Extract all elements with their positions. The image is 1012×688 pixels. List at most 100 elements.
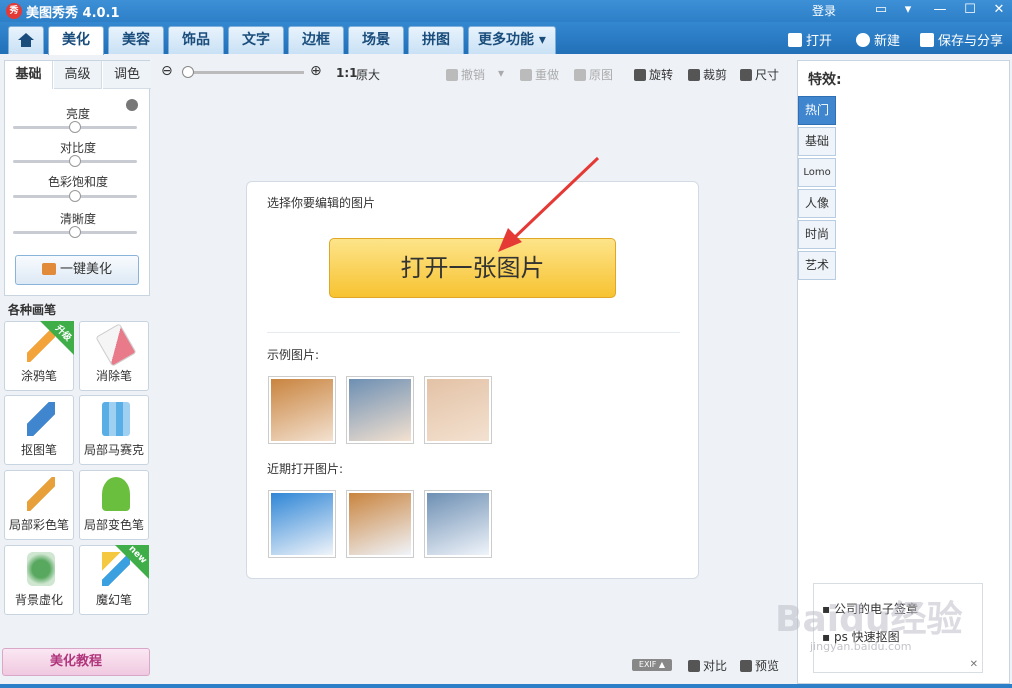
saturation-label: 色彩饱和度 [47,175,108,189]
paint-bucket-icon [102,477,130,511]
recent-title: 近期打开图片: [267,462,344,476]
sharpness-slider[interactable] [13,226,137,238]
compare-button[interactable]: 对比 [688,657,727,674]
tab-beautify[interactable]: 美化 [48,26,104,55]
tab-collage[interactable]: 拼图 [408,26,464,54]
zoom-knob[interactable] [182,66,194,78]
save-share-action[interactable]: 保存与分享 [920,30,1003,49]
tab-cosmetic[interactable]: 美容 [108,26,164,54]
chat-icon[interactable]: ▭ [866,0,896,20]
menu-icon[interactable]: ▾ [893,0,923,20]
save-icon [920,33,934,47]
recent-thumb[interactable] [424,490,492,558]
subtab-advanced[interactable]: 高级 [54,61,102,89]
example-thumb[interactable] [346,376,414,444]
undo-button[interactable]: 撤销 [446,66,485,83]
one-key-beautify-button[interactable]: 一键美化 [15,255,139,285]
subtab-basic[interactable]: 基础 [5,61,53,89]
sharpness-label: 清晰度 [59,212,96,226]
new-label: 新建 [874,34,901,49]
effect-tab-basic[interactable]: 基础 [798,127,836,156]
undo-icon [446,69,458,81]
magic-brush[interactable]: new 魔幻笔 [79,544,149,615]
tab-scene[interactable]: 场景 [348,26,404,54]
tab-border[interactable]: 边框 [288,26,344,54]
zoom-slider[interactable] [184,71,304,74]
recent-thumb-3 [427,493,489,555]
title-bar: 秀 美图秀秀 4.0.1 登录 ▭ ▾ — ☐ ✕ [0,0,1012,22]
minimize-button[interactable]: — [925,0,955,20]
crop-button[interactable]: 裁剪 [688,66,727,83]
eraser-icon [95,323,137,367]
zoom-out-icon[interactable]: ⊖ [161,63,173,79]
partial-recolor-brush[interactable]: 局部变色笔 [79,470,149,540]
effect-tab-art[interactable]: 艺术 [798,251,836,280]
original-size-button[interactable]: 原大 [356,66,380,83]
tab-home[interactable] [8,26,44,54]
open-action[interactable]: 打开 [788,30,832,49]
open-image-button[interactable]: 打开一张图片 [329,238,616,298]
rotate-button[interactable]: 旋转 [634,66,673,83]
brightness-slider[interactable] [13,121,137,133]
login-link[interactable]: 登录 [812,2,836,19]
preview-button[interactable]: 预览 [740,657,779,674]
tab-more-features[interactable]: 更多功能 ▾ [468,26,556,54]
graffiti-brush[interactable]: 升级 涂鸦笔 [4,321,74,391]
maximize-button[interactable]: ☐ [955,0,985,20]
rotate-icon [634,69,646,81]
contrast-label: 对比度 [59,141,96,155]
open-image-card: 选择你要编辑的图片 打开一张图片 示例图片: 近期打开图片: [246,181,699,579]
original-ratio-label[interactable]: 1:1 [336,66,358,80]
partial-recolor-brush-label: 局部变色笔 [83,518,144,532]
effect-tab-portrait[interactable]: 人像 [798,189,836,218]
background-blur-brush[interactable]: 背景虚化 [4,545,74,615]
blur-icon [27,552,55,586]
undo-history-dropdown[interactable]: ▾ [498,66,504,80]
subtab-color[interactable]: 调色 [103,61,151,89]
redo-icon [520,69,532,81]
undo-label: 撤销 [461,68,486,82]
recent-thumb[interactable] [346,490,414,558]
recent-thumb[interactable] [268,490,336,558]
tab-text[interactable]: 文字 [228,26,284,54]
zoom-in-icon[interactable]: ⊕ [310,63,322,79]
promo-close-button[interactable]: ✕ [970,659,978,670]
sharpness-knob[interactable] [69,226,81,238]
mosaic-icon [102,402,130,436]
effect-tab-lomo[interactable]: Lomo [798,158,836,187]
cutout-brush[interactable]: 抠图笔 [4,395,74,465]
contrast-knob[interactable] [69,155,81,167]
recent-thumb-1 [271,493,333,555]
exif-button[interactable]: EXIF ▲ [632,659,672,671]
eraser-brush[interactable]: 消除笔 [79,321,149,391]
tab-decoration[interactable]: 饰品 [168,26,224,54]
resize-button[interactable]: 尺寸 [740,66,779,83]
redo-button[interactable]: 重做 [520,66,559,83]
original-image-button[interactable]: 原图 [574,66,613,83]
color-brush-icon [27,477,55,511]
original-image-icon [574,69,586,81]
card-divider [267,332,680,333]
beautify-tutorial-button[interactable]: 美化教程 [2,648,150,676]
adjust-panel: 基础 高级 调色 亮度 对比度 色彩饱和度 清晰度 一键美化 [4,60,151,296]
example-thumb[interactable] [424,376,492,444]
redo-label: 重做 [535,68,560,82]
graffiti-brush-label: 涂鸦笔 [20,369,57,383]
contrast-slider[interactable] [13,155,137,167]
eraser-brush-label: 消除笔 [95,369,132,383]
saturation-knob[interactable] [69,190,81,202]
partial-color-brush[interactable]: 局部彩色笔 [4,470,74,540]
magic-wand-icon [41,263,56,275]
close-button[interactable]: ✕ [984,0,1012,20]
brightness-label: 亮度 [65,107,90,121]
plus-icon [856,33,870,47]
effect-tab-fashion[interactable]: 时尚 [798,220,836,249]
example-thumb[interactable] [268,376,336,444]
mosaic-brush-label: 局部马赛克 [83,443,144,457]
compare-icon [688,660,700,672]
new-action[interactable]: 新建 [856,30,900,49]
effect-tab-hot[interactable]: 热门 [798,96,836,125]
saturation-slider[interactable] [13,190,137,202]
brightness-knob[interactable] [69,121,81,133]
mosaic-brush[interactable]: 局部马赛克 [79,395,149,465]
